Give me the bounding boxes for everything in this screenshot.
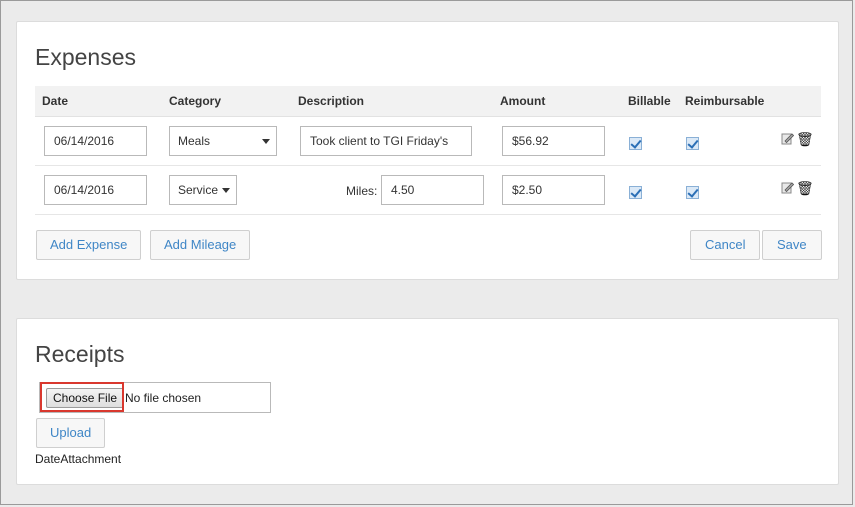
description-input[interactable]: Took client to TGI Friday's xyxy=(300,126,472,156)
column-date: Date xyxy=(42,94,69,108)
chevron-down-icon xyxy=(262,139,270,144)
column-reimbursable: Reimbursable xyxy=(685,94,765,108)
category-select-value: Service xyxy=(178,183,219,197)
choose-file-button[interactable]: Choose File xyxy=(46,388,125,408)
date-input[interactable]: 06/14/2016 xyxy=(44,126,147,156)
category-select[interactable]: Meals xyxy=(169,126,277,156)
billable-checkbox[interactable] xyxy=(629,186,642,199)
trash-icon[interactable]: 🗑 xyxy=(796,180,814,197)
add-expense-button[interactable]: Add Expense xyxy=(36,230,142,260)
edit-icon[interactable] xyxy=(781,132,794,145)
category-select-value: Meals xyxy=(178,134,211,148)
receipts-panel: Receipts Choose File No file chosen Uplo… xyxy=(16,318,839,485)
amount-input[interactable]: $2.50 xyxy=(502,175,605,205)
miles-input[interactable]: 4.50 xyxy=(381,175,484,205)
column-billable: Billable xyxy=(628,94,671,108)
upload-button[interactable]: Upload xyxy=(36,418,106,448)
date-attachment-label: DateAttachment xyxy=(35,452,122,466)
save-button[interactable]: Save xyxy=(762,230,822,260)
column-amount: Amount xyxy=(500,94,546,108)
expenses-panel: Expenses Date Category Description Amoun… xyxy=(16,21,839,280)
add-mileage-button[interactable]: Add Mileage xyxy=(150,230,251,260)
expenses-table-header: Date Category Description Amount Billabl… xyxy=(35,86,821,117)
date-input[interactable]: 06/14/2016 xyxy=(44,175,147,205)
expenses-title: Expenses xyxy=(35,44,137,70)
chevron-down-icon xyxy=(222,188,230,193)
category-select[interactable]: Service xyxy=(169,175,237,205)
receipts-title: Receipts xyxy=(35,341,125,367)
table-row: 06/14/2016 Service Miles: 4.50 $2.50 🗑 xyxy=(35,166,821,215)
edit-icon[interactable] xyxy=(781,181,794,194)
miles-label: Miles: xyxy=(346,184,378,198)
reimbursable-checkbox[interactable] xyxy=(686,137,699,150)
column-description: Description xyxy=(298,94,365,108)
cancel-button[interactable]: Cancel xyxy=(690,230,761,260)
reimbursable-checkbox[interactable] xyxy=(686,186,699,199)
billable-checkbox[interactable] xyxy=(629,137,642,150)
amount-input[interactable]: $56.92 xyxy=(502,126,605,156)
table-row: 06/14/2016 Meals Took client to TGI Frid… xyxy=(35,117,821,166)
column-category: Category xyxy=(169,94,222,108)
trash-icon[interactable]: 🗑 xyxy=(796,131,814,148)
no-file-label: No file chosen xyxy=(125,391,202,405)
file-input[interactable]: Choose File No file chosen xyxy=(39,382,271,413)
